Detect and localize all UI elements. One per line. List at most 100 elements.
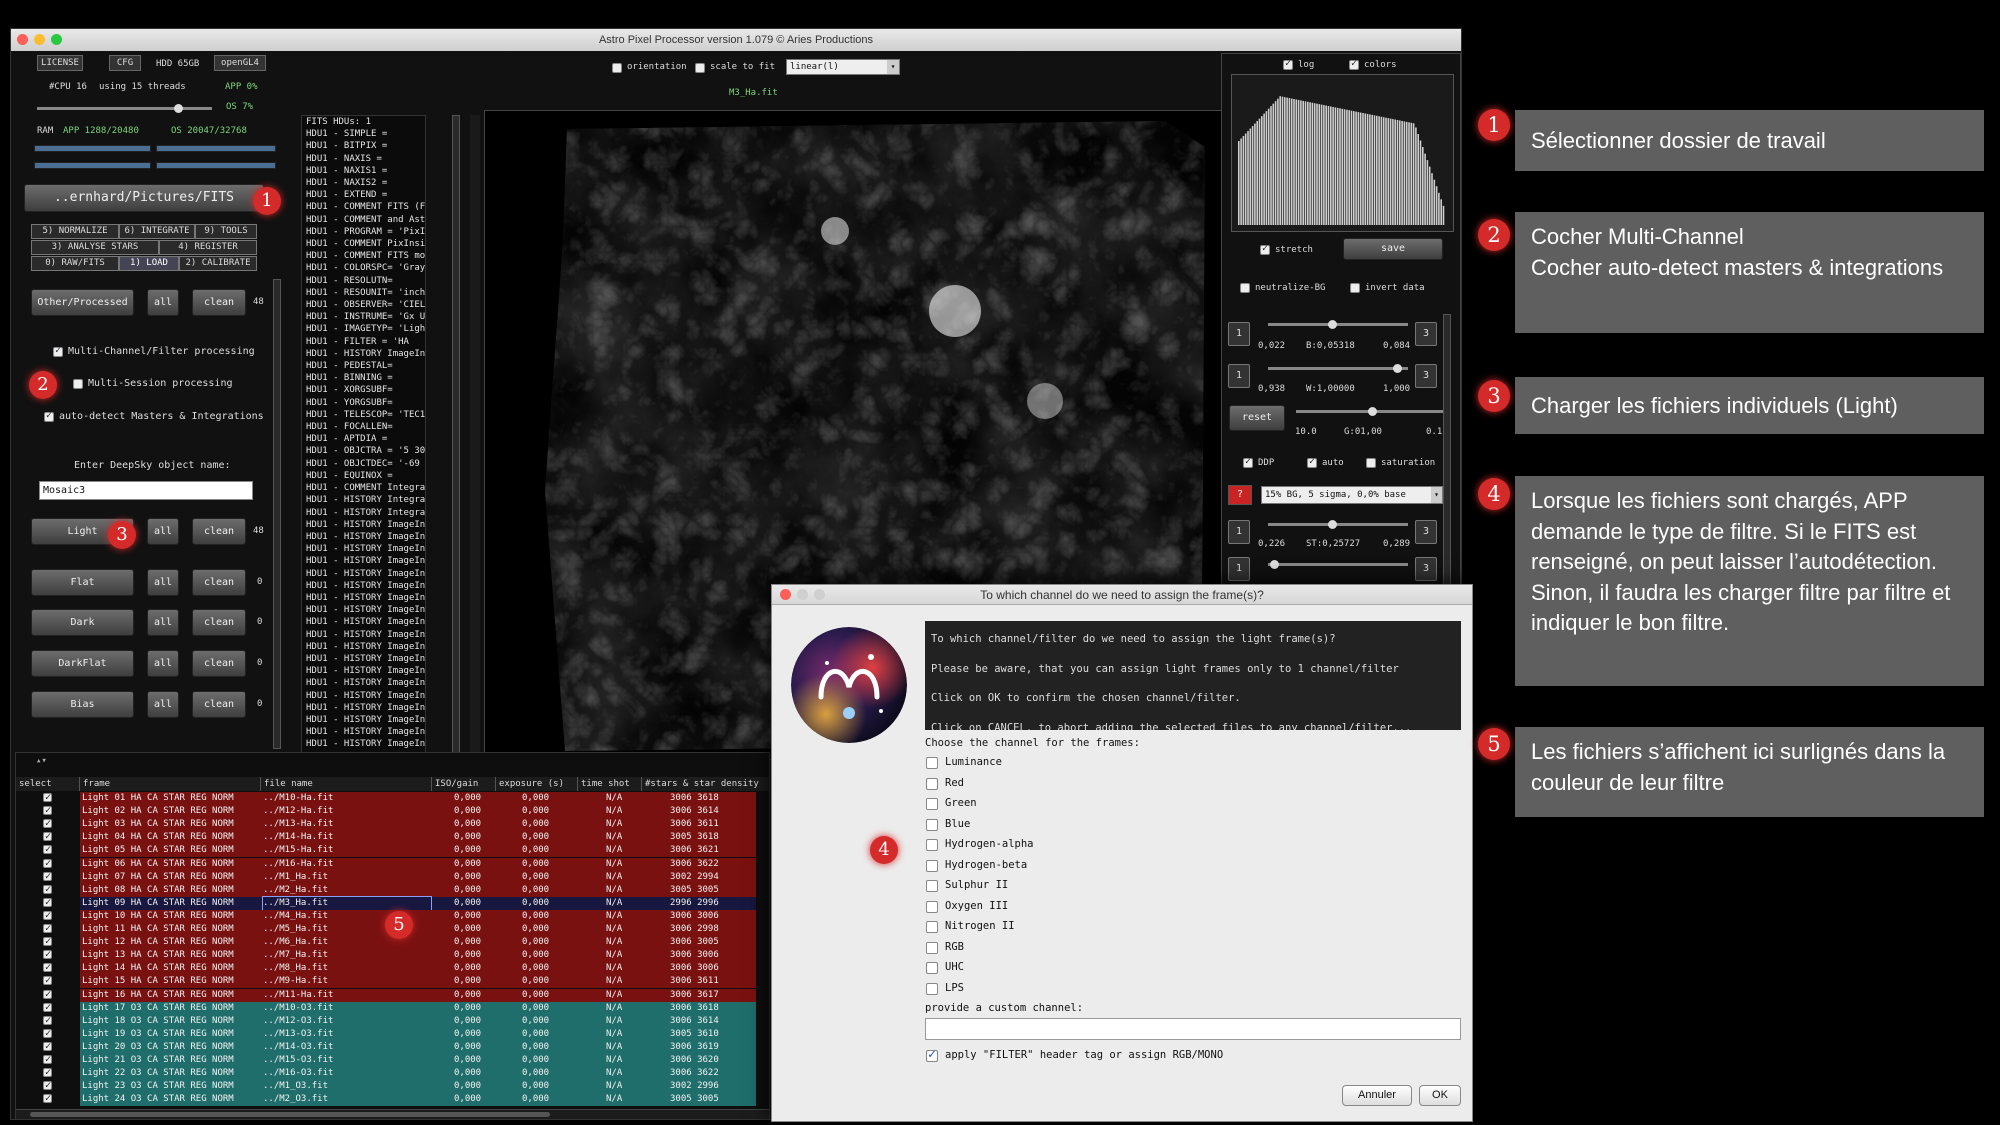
table-row[interactable]: Light 15 HA CA STAR REG NORM ../M9-Ha.fit… [16,974,756,989]
row-select-checkbox[interactable] [43,1092,52,1105]
table-row[interactable]: Light 01 HA CA STAR REG NORM ../M10-Ha.fi… [16,791,756,805]
col-time-shot[interactable]: time shot [578,777,642,791]
w-increment-button[interactable]: 3 [1415,364,1437,388]
last-slider[interactable] [1268,560,1408,569]
white-point-slider[interactable] [1268,364,1408,373]
ddp-help-button[interactable]: ? [1228,485,1252,505]
row-select-checkbox[interactable] [43,1027,52,1040]
table-row[interactable]: Light 21 O3 CA STAR REG NORM ../M15-O3.fi… [16,1053,756,1067]
other-processed-button[interactable]: Other/Processed [31,289,134,316]
object-name-input[interactable] [39,481,253,500]
row-select-checkbox[interactable] [43,1066,52,1079]
tab-tools[interactable]: 9) TOOLS [195,224,257,239]
row-select-checkbox[interactable] [43,961,52,974]
header-list-scrollbar[interactable] [452,115,460,757]
apply-filter-checkbox[interactable]: ✓ [926,1047,938,1062]
bias-load-button[interactable]: Bias [31,691,134,718]
row-select-checkbox[interactable] [43,817,52,830]
row-select-checkbox[interactable] [43,1079,52,1092]
row-select-checkbox[interactable] [43,883,52,896]
channel-checkbox[interactable] [926,798,938,810]
viewer-splitter[interactable] [470,115,480,755]
darkflat-all-button[interactable]: all [147,650,179,677]
bias-clean-button[interactable]: clean [192,691,246,718]
st-decrement-button[interactable]: 1 [1228,520,1250,544]
tab-load[interactable]: 1) LOAD [119,256,179,271]
colors-checkbox[interactable] [1349,58,1359,70]
row-select-checkbox[interactable] [43,1001,52,1014]
light-all-button[interactable]: all [147,518,179,545]
table-row[interactable]: Light 12 HA CA STAR REG NORM ../M6_Ha.fit… [16,935,756,950]
other-all-button[interactable]: all [147,289,179,316]
table-row[interactable]: Light 24 O3 CA STAR REG NORM ../M2_O3.fit… [16,1092,756,1107]
save-button[interactable]: save [1343,238,1443,260]
dark-clean-button[interactable]: clean [192,609,246,636]
row-select-checkbox[interactable] [43,909,52,922]
bias-all-button[interactable]: all [147,691,179,718]
table-row[interactable]: Light 16 HA CA STAR REG NORM ../M11-Ha.fi… [16,988,756,1002]
w-decrement-button[interactable]: 1 [1228,364,1250,388]
row-select-checkbox[interactable] [43,948,52,961]
license-button[interactable]: LICENSE [37,55,83,71]
col-select[interactable]: select [16,777,80,791]
last-increment-button[interactable]: 3 [1415,557,1437,581]
row-select-checkbox[interactable] [43,1053,52,1066]
row-select-checkbox[interactable] [43,857,52,870]
fits-header-list[interactable]: FITS HDUs: 1 HDU1 - SIMPLE = HDU1 - BITPIX… [301,115,426,757]
col-stars[interactable]: #stars & star density [642,777,769,791]
cpu-thread-slider[interactable] [37,104,212,113]
table-row[interactable]: Light 09 HA CA STAR REG NORM ../M3_Ha.fit… [16,895,756,911]
scale-to-fit-checkbox[interactable] [695,63,705,73]
dark-load-button[interactable]: Dark [31,609,134,636]
table-row[interactable]: Light 19 O3 CA STAR REG NORM ../M13-O3.fi… [16,1027,756,1041]
row-select-checkbox[interactable] [43,804,52,817]
tab-normalize[interactable]: 5) NORMALIZE [31,224,119,239]
channel-checkbox[interactable] [926,818,938,831]
black-point-slider[interactable] [1268,320,1408,329]
table-row[interactable]: Light 08 HA CA STAR REG NORM ../M2_Ha.fit… [16,883,756,897]
table-row[interactable]: Light 17 O3 CA STAR REG NORM ../M10-O3.fi… [16,1001,756,1015]
table-row[interactable]: Light 05 HA CA STAR REG NORM ../M15-Ha.fi… [16,843,756,858]
cancel-button[interactable]: Annuler [1342,1085,1412,1106]
channel-checkbox[interactable] [926,777,938,790]
row-select-checkbox[interactable] [43,974,52,987]
row-select-checkbox[interactable] [43,1014,52,1027]
table-row[interactable]: Light 04 HA CA STAR REG NORM ../M14-Ha.fi… [16,830,756,845]
reset-button[interactable]: reset [1229,405,1285,431]
minimize-window-button[interactable] [34,34,45,45]
stretch-checkbox[interactable] [1260,243,1270,255]
col-exposure[interactable]: exposure (s) [496,777,578,791]
flat-all-button[interactable]: all [147,569,179,596]
light-clean-button[interactable]: clean [192,518,246,545]
tab-analyse-stars[interactable]: 3) ANALYSE STARS [31,240,159,255]
autodetect-checkbox[interactable] [44,410,54,422]
table-row[interactable]: Light 20 O3 CA STAR REG NORM ../M14-O3.fi… [16,1040,756,1054]
table-row[interactable]: Light 03 HA CA STAR REG NORM ../M13-Ha.fi… [16,817,756,832]
darkflat-load-button[interactable]: DarkFlat [31,650,134,677]
col-file-name[interactable]: file name [261,777,432,791]
channel-checkbox[interactable] [926,859,938,872]
row-select-checkbox[interactable] [43,935,52,948]
flat-load-button[interactable]: Flat [31,569,134,596]
table-row[interactable]: Light 22 O3 CA STAR REG NORM ../M16-O3.fi… [16,1066,756,1081]
table-row[interactable]: Light 18 O3 CA STAR REG NORM ../M12-O3.fi… [16,1014,756,1028]
left-panel-scrollbar[interactable] [273,279,281,749]
tab-raw-fits[interactable]: 0) RAW/FITS [31,256,119,271]
custom-channel-input[interactable] [925,1018,1461,1040]
dialog-close-button[interactable] [780,589,791,600]
st-increment-button[interactable]: 3 [1415,520,1437,544]
channel-checkbox[interactable] [926,962,938,974]
ddp-checkbox[interactable] [1243,456,1253,468]
log-checkbox[interactable] [1283,58,1293,70]
other-clean-button[interactable]: clean [192,289,246,316]
col-iso-gain[interactable]: ISO/gain [432,777,496,791]
last-decrement-button[interactable]: 1 [1228,557,1250,581]
dark-all-button[interactable]: all [147,609,179,636]
row-select-checkbox[interactable] [43,988,52,1001]
channel-checkbox[interactable] [926,982,938,995]
auto-checkbox[interactable] [1307,456,1317,468]
row-select-checkbox[interactable] [43,1040,52,1053]
stretch-mode-select[interactable]: linear(l) ▾ [786,59,900,75]
table-row[interactable]: Light 13 HA CA STAR REG NORM ../M7_Ha.fit… [16,948,756,963]
st-slider[interactable] [1268,520,1408,529]
